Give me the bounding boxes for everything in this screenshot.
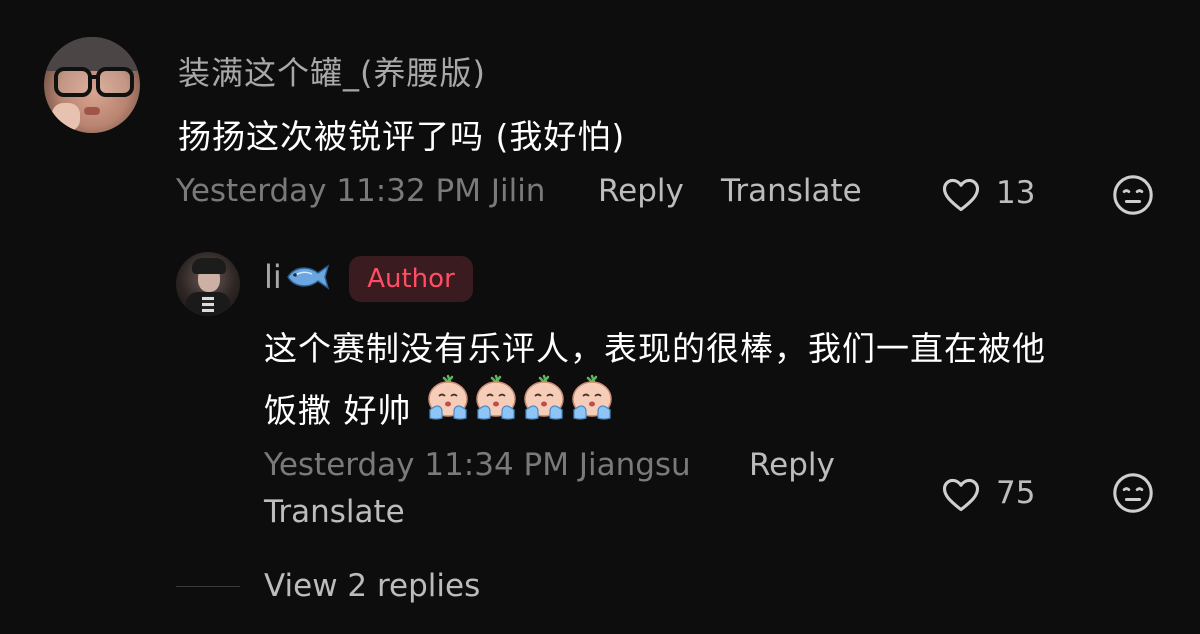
- reply-timestamp-location: Yesterday 11:34 PM Jiangsu: [264, 447, 691, 483]
- reply-translate-button[interactable]: Translate: [264, 494, 405, 530]
- heart-icon[interactable]: [939, 172, 983, 216]
- avatar-mouth: [84, 107, 100, 115]
- crying-emoji-row: [424, 374, 624, 426]
- crying-emoji-icon: [572, 374, 612, 420]
- reply-text-line1: 这个赛制没有乐评人，表现的很棒，我们一直在被他: [264, 329, 1046, 368]
- replies-divider: [176, 586, 240, 587]
- author-username[interactable]: li: [264, 258, 282, 296]
- dislike-face-icon[interactable]: [1110, 172, 1156, 218]
- heart-icon[interactable]: [939, 472, 983, 516]
- commenter-username[interactable]: 装满这个罐_(养腰版): [178, 48, 486, 94]
- comment-like-count: 13: [996, 175, 1036, 211]
- comment-reply-button[interactable]: Reply: [598, 173, 684, 209]
- crying-emoji-icon: [476, 374, 516, 420]
- avatar-glasses-bridge: [90, 75, 98, 79]
- commenter-avatar[interactable]: [44, 37, 140, 133]
- reply-like-count: 75: [996, 475, 1036, 511]
- avatar-glasses-left: [54, 67, 92, 97]
- view-replies-button[interactable]: View 2 replies: [264, 568, 480, 604]
- comment-text: 扬扬这次被锐评了吗 (我好怕): [178, 117, 626, 156]
- crying-emoji-icon: [524, 374, 564, 420]
- dislike-face-icon[interactable]: [1110, 470, 1156, 516]
- reply-reply-button[interactable]: Reply: [749, 447, 835, 483]
- comment-timestamp-location: Yesterday 11:32 PM Jilin: [176, 173, 546, 209]
- avatar-hand: [52, 103, 80, 131]
- avatar-hair: [192, 258, 226, 274]
- reply-text-line2: 饭撒 好帅: [264, 391, 412, 430]
- author-badge: Author: [349, 256, 473, 302]
- author-avatar[interactable]: [176, 252, 240, 316]
- comment-translate-button[interactable]: Translate: [721, 173, 862, 209]
- fish-emoji-icon: [287, 264, 330, 290]
- avatar-shirt-stripes: [202, 296, 214, 312]
- crying-emoji-icon: [428, 374, 468, 420]
- avatar-glasses-right: [96, 67, 134, 97]
- avatar-hair: [44, 37, 140, 71]
